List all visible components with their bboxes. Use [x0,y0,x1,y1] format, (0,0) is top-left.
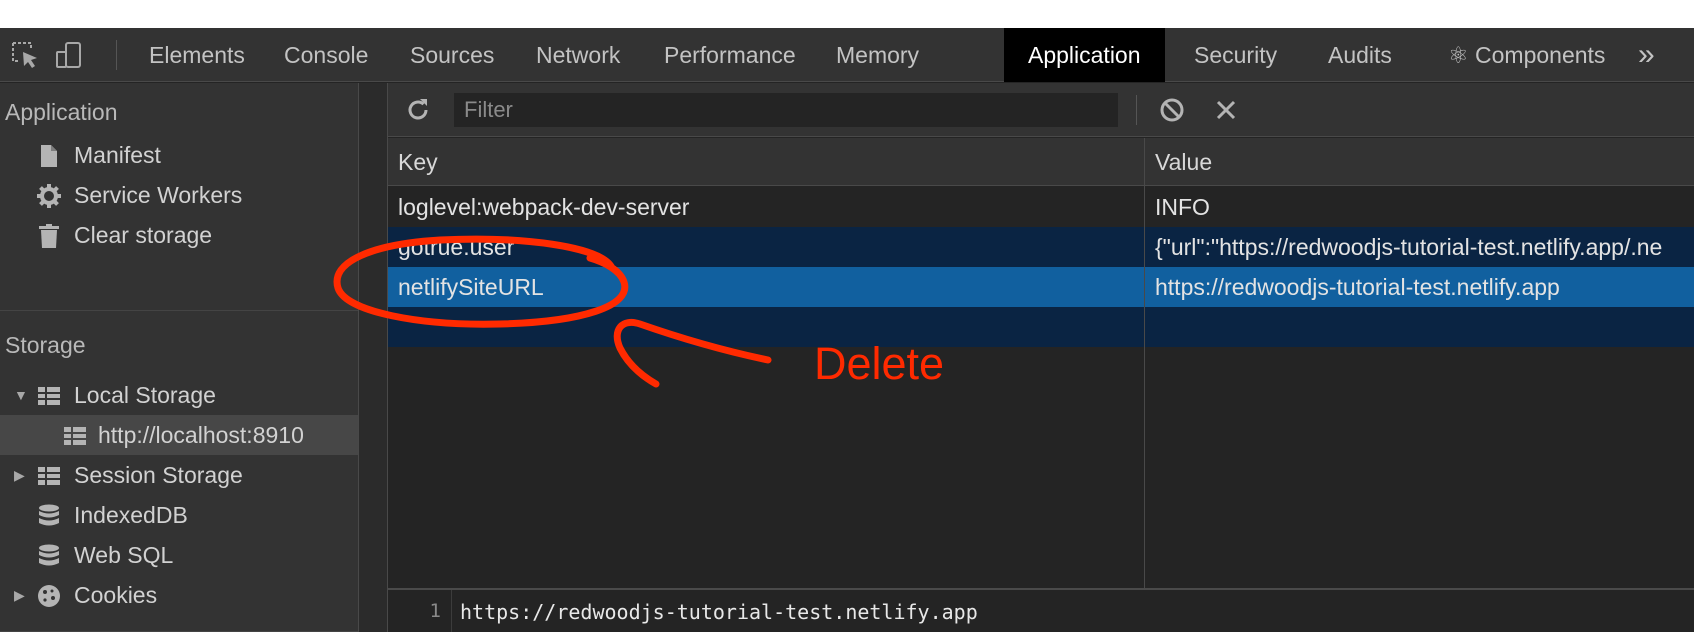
database-icon [39,544,59,566]
sidebar-item-localhost[interactable]: http://localhost:8910 [0,415,358,455]
column-header-value[interactable]: Value [1145,138,1694,186]
column-header-key[interactable]: Key [388,138,1144,186]
tab-bar-separator [116,40,117,70]
tab-console[interactable]: Console [260,28,392,82]
preview-text[interactable]: https://redwoodjs-tutorial-test.netlify.… [460,600,978,624]
sidebar-item-label: Session Storage [74,462,243,488]
table-row[interactable]: loglevel:webpack-dev-server INFO [388,187,1694,227]
cookie-icon [38,585,60,607]
tab-elements[interactable]: Elements [125,28,269,82]
value-cell[interactable]: {"url":"https://redwoodjs-tutorial-test.… [1145,227,1694,267]
clear-all-icon[interactable] [1158,96,1186,124]
sidebar-item-local-storage[interactable]: ▼ Local Storage [0,375,358,415]
line-number: 1 [429,600,441,622]
collapse-arrow-icon[interactable]: ▶ [14,455,25,495]
sidebar-item-cookies[interactable]: ▶ Cookies [0,575,358,615]
sidebar-section-application: Application [5,99,118,125]
sidebar-item-label: IndexedDB [74,502,188,528]
storage-toolbar [388,83,1694,137]
key-cell[interactable] [388,307,1144,347]
sidebar-item-label: http://localhost:8910 [98,422,304,448]
document-icon [41,145,57,167]
tab-audits[interactable]: Audits [1304,28,1416,82]
storage-table: Key Value loglevel:webpack-dev-server IN… [388,138,1694,588]
tab-application[interactable]: Application [1004,28,1165,82]
devtools-window: Elements Console Sources Network Perform… [0,28,1694,632]
tab-performance[interactable]: Performance [640,28,820,82]
key-cell[interactable]: netlifySiteURL [388,267,1144,307]
sidebar-item-web-sql[interactable]: Web SQL [0,535,358,575]
column-divider[interactable] [1144,138,1145,588]
refresh-icon[interactable] [404,96,432,124]
more-tabs-button[interactable]: » [1638,28,1655,82]
value-preview: 1 https://redwoodjs-tutorial-test.netlif… [388,588,1694,632]
sidebar-item-label: Clear storage [74,222,213,248]
sidebar-resize-handle[interactable] [358,83,388,632]
sidebar-item-indexeddb[interactable]: IndexedDB [0,495,358,535]
key-cell[interactable]: gotrue.user [388,227,1144,267]
key-cell[interactable]: loglevel:webpack-dev-server [388,187,1144,227]
inspect-element-icon[interactable] [10,40,40,70]
tab-network[interactable]: Network [512,28,644,82]
collapse-arrow-icon[interactable]: ▶ [14,575,25,615]
sidebar-item-manifest[interactable]: Manifest [0,135,358,175]
sidebar-section-storage: Storage [5,332,86,358]
database-icon [39,504,59,526]
table-row[interactable]: gotrue.user {"url":"https://redwoodjs-tu… [388,227,1694,267]
sidebar-divider [0,310,358,311]
table-header: Key Value [388,138,1694,186]
grid-icon [38,467,60,485]
sidebar-item-label: Manifest [74,142,161,168]
application-sidebar: Application Manifest Service Workers Cle… [0,83,358,632]
value-cell[interactable]: https://redwoodjs-tutorial-test.netlify.… [1145,267,1694,307]
toolbar-separator [1136,95,1137,125]
filter-input[interactable] [454,93,1118,127]
tab-sources[interactable]: Sources [386,28,518,82]
device-toolbar-icon[interactable] [54,40,84,70]
value-cell[interactable] [1145,307,1694,347]
preview-gutter: 1 [388,590,452,632]
table-row-empty[interactable] [388,307,1694,347]
table-row-selected[interactable]: netlifySiteURL https://redwoodjs-tutoria… [388,267,1694,307]
grid-icon [38,387,60,405]
devtools-tab-bar: Elements Console Sources Network Perform… [0,28,1694,82]
tab-security[interactable]: Security [1170,28,1301,82]
annotation-label: Delete [814,338,945,389]
trash-icon [39,224,59,248]
expand-arrow-icon[interactable]: ▼ [14,375,28,415]
sidebar-item-label: Service Workers [74,182,243,208]
sidebar-item-service-workers[interactable]: Service Workers [0,175,358,215]
tab-components[interactable]: ⚛ Components [1424,28,1629,82]
sidebar-item-label: Cookies [74,582,158,608]
delete-selected-icon[interactable] [1212,96,1240,124]
gear-icon [37,184,61,208]
sidebar-item-session-storage[interactable]: ▶ Session Storage [0,455,358,495]
grid-icon [64,427,86,445]
sidebar-item-label: Local Storage [74,382,216,408]
value-cell[interactable]: INFO [1145,187,1694,227]
sidebar-item-clear-storage[interactable]: Clear storage [0,215,358,255]
sidebar-item-label: Web SQL [74,542,174,568]
tab-memory[interactable]: Memory [812,28,943,82]
